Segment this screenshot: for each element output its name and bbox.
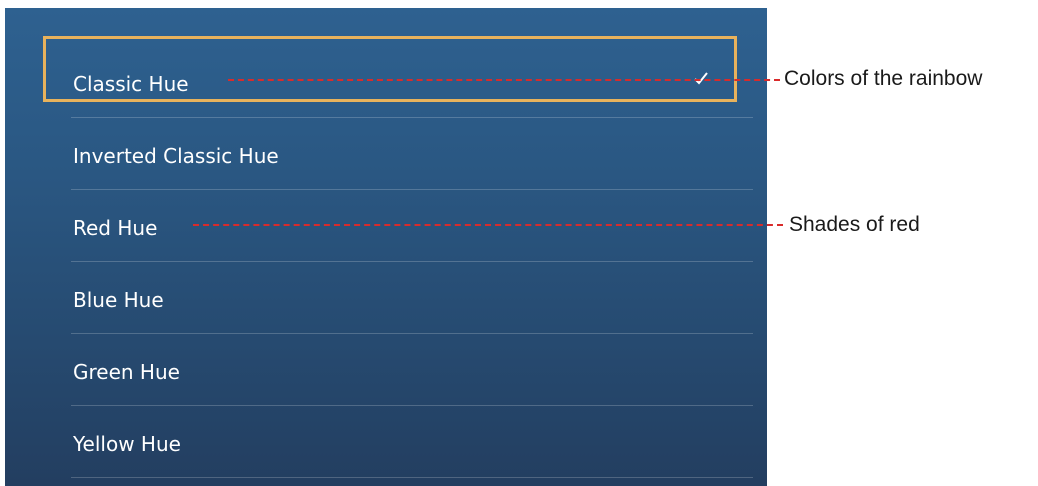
callout-text-shades-of-red: Shades of red bbox=[789, 213, 920, 236]
menu-item-inverted-classic-hue[interactable]: Inverted Classic Hue bbox=[71, 118, 753, 190]
menu-item-label: Red Hue bbox=[73, 216, 158, 240]
menu-item-yellow-hue[interactable]: Yellow Hue bbox=[71, 406, 753, 478]
menu-item-blue-hue[interactable]: Blue Hue bbox=[71, 262, 753, 334]
callout-leader-line bbox=[193, 224, 783, 226]
menu-item-label: Blue Hue bbox=[73, 288, 164, 312]
menu-item-label: Inverted Classic Hue bbox=[73, 144, 279, 168]
menu-item-red-hue[interactable]: Red Hue bbox=[71, 190, 753, 262]
menu-item-green-hue[interactable]: Green Hue bbox=[71, 334, 753, 406]
callout-text-rainbow: Colors of the rainbow bbox=[784, 67, 983, 90]
selection-highlight-box bbox=[43, 36, 737, 102]
menu-item-label: Yellow Hue bbox=[73, 432, 181, 456]
menu-item-label: Green Hue bbox=[73, 360, 180, 384]
callout-leader-line bbox=[228, 79, 780, 81]
